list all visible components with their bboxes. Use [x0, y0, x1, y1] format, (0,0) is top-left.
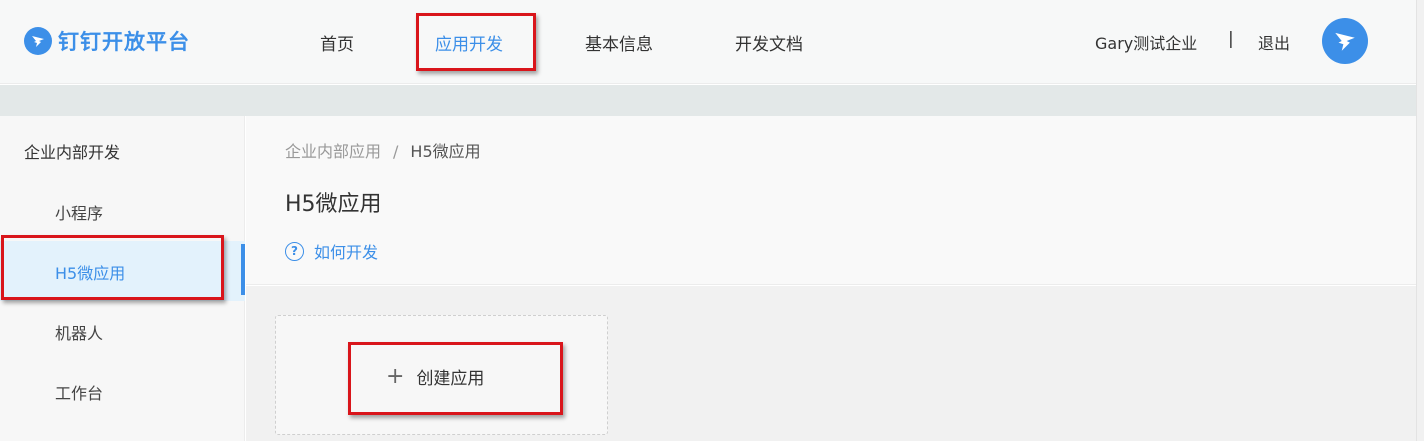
page-title: H5微应用 [285, 192, 382, 217]
page-scrollbar[interactable] [1416, 0, 1424, 441]
nav-home[interactable]: 首页 [320, 30, 354, 55]
create-annotation-box [348, 342, 563, 415]
breadcrumb-separator: / [393, 142, 399, 161]
dingtalk-avatar-icon [1335, 32, 1355, 51]
nav-basic-info[interactable]: 基本信息 [585, 30, 653, 55]
how-to-develop-link[interactable]: ? 如何开发 [285, 239, 378, 263]
help-circle-icon: ? [285, 241, 304, 261]
sidebar-annotation-box [1, 235, 224, 300]
sidebar-active-indicator [241, 244, 245, 295]
breadcrumb-parent[interactable]: 企业内部应用 [285, 142, 381, 161]
sidebar-item-label: 工作台 [55, 384, 104, 403]
sidebar-item-robot[interactable]: 机器人 [0, 301, 245, 361]
dingtalk-logo[interactable]: 钉钉开放平台 [24, 26, 190, 56]
nav-annotation-box [416, 13, 536, 71]
header-separator: | [1228, 29, 1234, 49]
company-name[interactable]: Gary测试企业 [1095, 30, 1197, 54]
dingtalk-logo-icon [24, 27, 52, 55]
header-divider-band [0, 85, 1416, 116]
top-header: 钉钉开放平台 首页 应用开发 基本信息 开发文档 Gary测试企业 | 退出 [0, 0, 1416, 84]
sidebar-item-mini-program[interactable]: 小程序 [0, 181, 245, 241]
nav-dev-docs[interactable]: 开发文档 [735, 30, 803, 55]
logout-link[interactable]: 退出 [1258, 30, 1290, 54]
how-to-develop-label: 如何开发 [314, 243, 379, 262]
content-header: 企业内部应用 / H5微应用 H5微应用 ? 如何开发 [246, 116, 1416, 285]
sidebar-item-label: 机器人 [55, 324, 104, 343]
sidebar-section-title: 企业内部开发 [24, 143, 121, 162]
sidebar-item-workbench[interactable]: 工作台 [0, 361, 245, 421]
breadcrumb-current: H5微应用 [410, 142, 481, 161]
logo-text: 钉钉开放平台 [58, 30, 190, 54]
breadcrumb: 企业内部应用 / H5微应用 [285, 138, 481, 162]
user-avatar[interactable] [1322, 18, 1368, 64]
sidebar-item-label: 小程序 [55, 204, 104, 223]
